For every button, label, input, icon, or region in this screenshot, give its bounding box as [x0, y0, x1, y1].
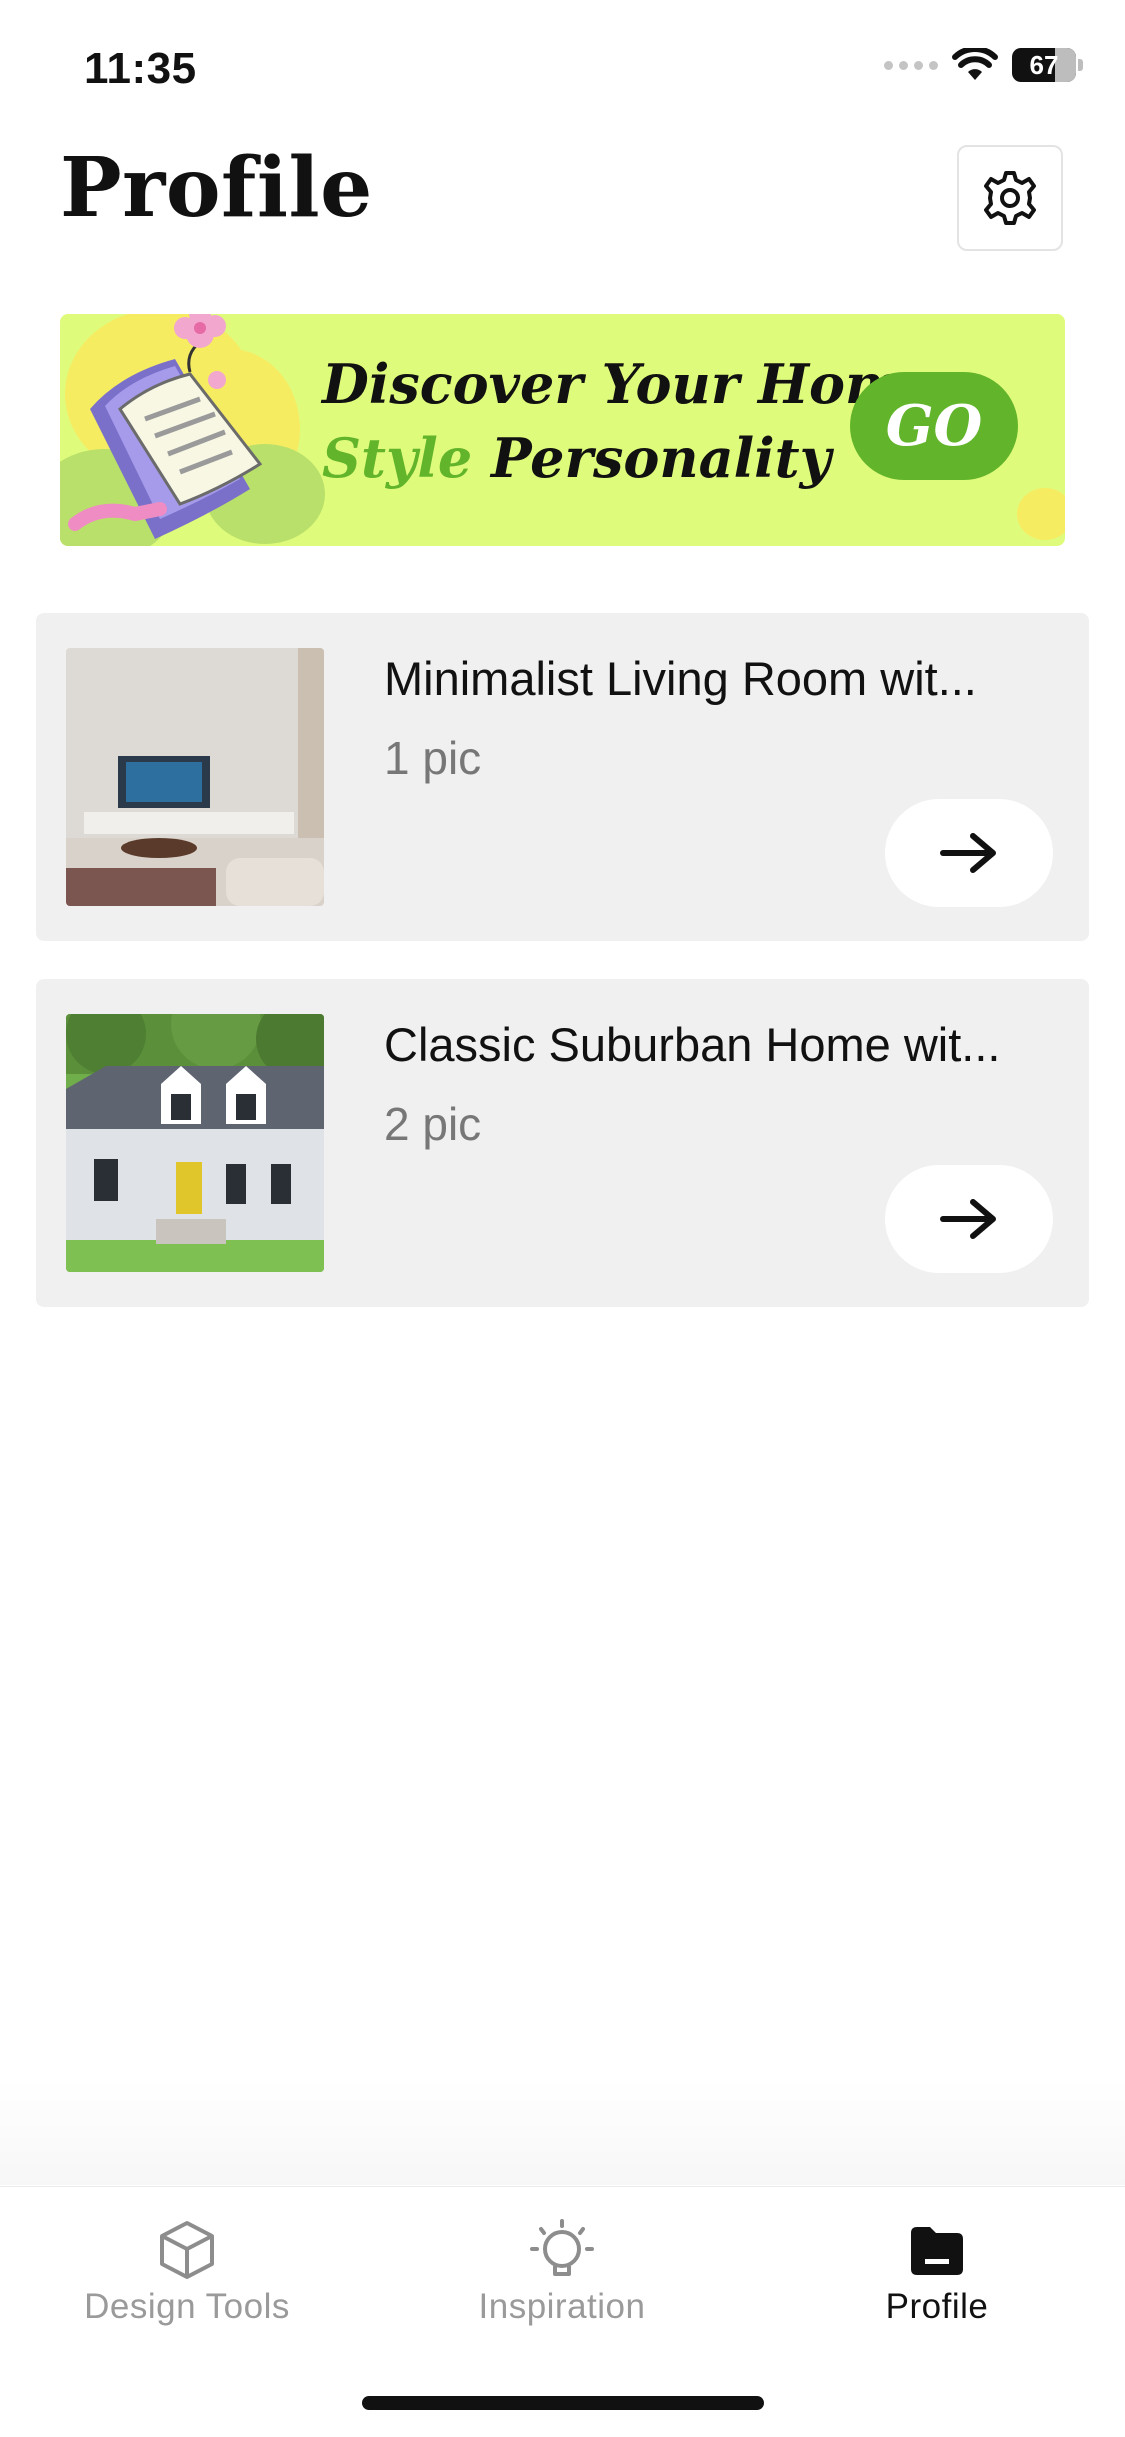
gear-icon	[984, 171, 1036, 225]
project-pic-count: 2 pic	[384, 1098, 482, 1150]
arrow-right-icon	[940, 833, 996, 873]
cube-icon	[160, 2221, 214, 2279]
tab-label: Inspiration	[478, 2287, 646, 2326]
tab-inspiration[interactable]: Inspiration	[412, 2219, 712, 2327]
home-indicator	[362, 2396, 764, 2410]
banner-headline-rest: Personality	[472, 426, 831, 490]
project-thumbnail	[66, 1014, 324, 1272]
settings-button[interactable]	[957, 145, 1063, 251]
wifi-icon	[952, 48, 998, 80]
project-card[interactable]: Minimalist Living Room wit... 1 pic	[36, 613, 1089, 941]
suburban-home-photo	[66, 1014, 324, 1272]
style-quiz-banner[interactable]: Discover Your Home Style Personality GO	[60, 314, 1065, 546]
go-button[interactable]: GO	[850, 372, 1018, 480]
battery-level: 67	[1029, 50, 1059, 80]
open-project-button[interactable]	[885, 1165, 1053, 1273]
tab-profile[interactable]: Profile	[787, 2219, 1087, 2327]
tabbar-fade	[0, 2080, 1125, 2185]
lightbulb-icon	[530, 2219, 594, 2276]
status-indicators: 67	[884, 48, 1083, 82]
tab-design-tools[interactable]: Design Tools	[37, 2219, 337, 2327]
project-pic-count: 1 pic	[384, 732, 482, 784]
battery-icon: 67	[1012, 48, 1076, 82]
living-room-photo	[66, 648, 324, 906]
tab-label: Design Tools	[84, 2287, 290, 2326]
battery-tip	[1078, 59, 1083, 71]
project-title: Classic Suburban Home wit...	[384, 1018, 1001, 1071]
open-project-button[interactable]	[885, 799, 1053, 907]
arrow-right-icon	[940, 1199, 996, 1239]
banner-highlight-word: Style	[322, 426, 473, 490]
project-thumbnail	[66, 648, 324, 906]
project-card[interactable]: Classic Suburban Home wit... 2 pic	[36, 979, 1089, 1307]
banner-headline-line1: Discover Your Home	[322, 352, 937, 416]
banner-headline-line2: Style Personality	[322, 426, 831, 490]
cellular-signal-icon	[884, 60, 938, 70]
status-time: 11:35	[84, 44, 197, 93]
folder-icon	[911, 2227, 963, 2275]
tab-label: Profile	[885, 2287, 989, 2326]
page-title: Profile	[60, 140, 373, 236]
project-title: Minimalist Living Room wit...	[384, 652, 977, 705]
